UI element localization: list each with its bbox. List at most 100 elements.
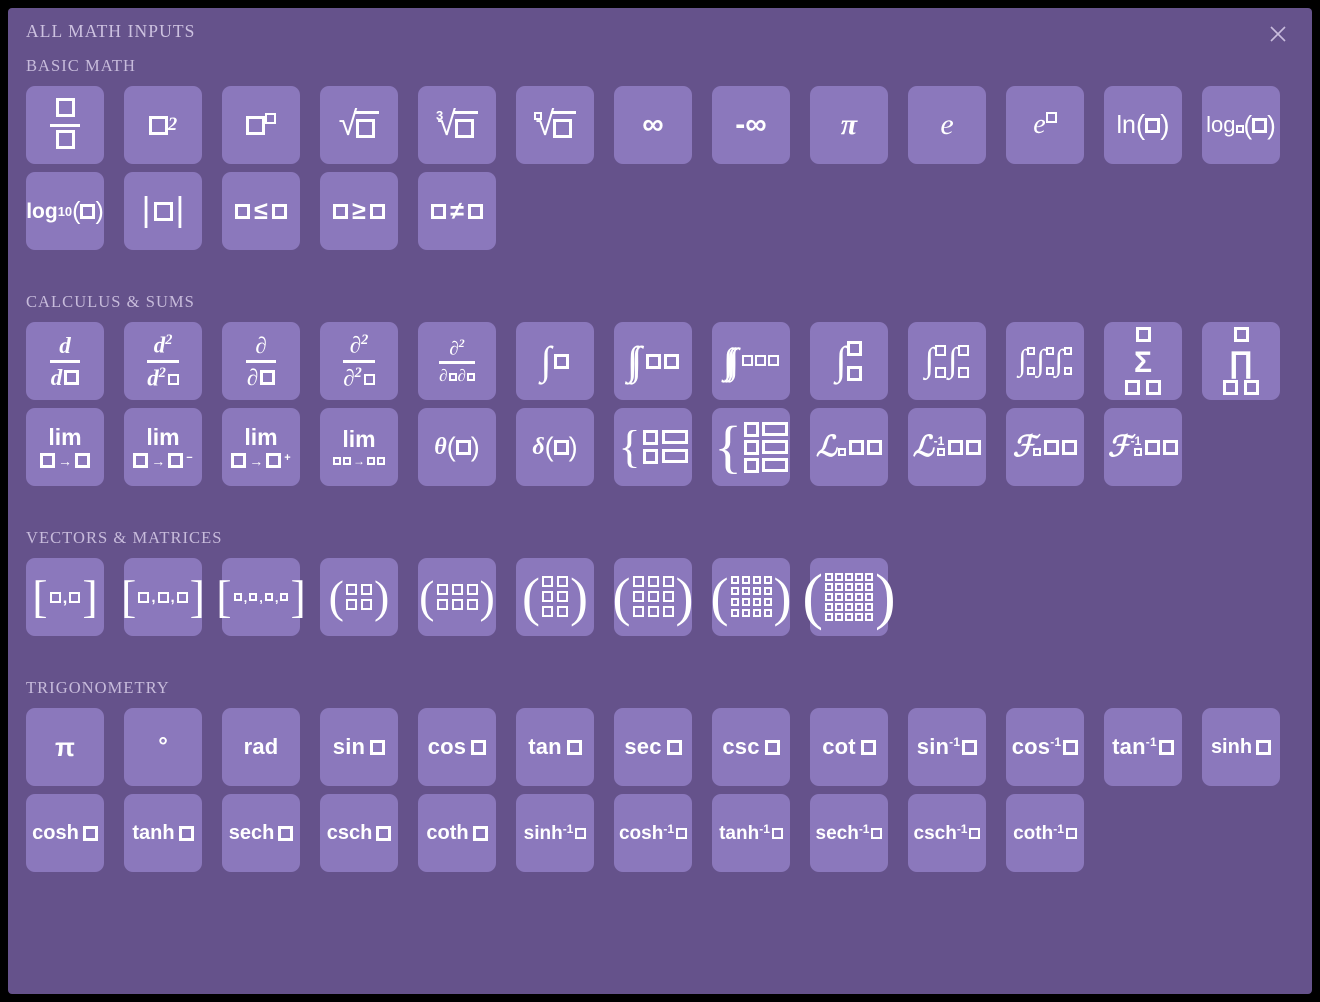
math-button-limit-multivar[interactable]: lim → <box>320 408 398 486</box>
math-button-sqrt[interactable]: √ <box>320 86 398 164</box>
math-button-sin[interactable]: sin <box>320 708 398 786</box>
math-button-cbrt[interactable]: 3 √ <box>418 86 496 164</box>
math-button-matrix-2x3[interactable]: ( ) <box>418 558 496 636</box>
close-icon[interactable] <box>1266 22 1290 46</box>
math-button-limit[interactable]: lim → <box>26 408 104 486</box>
math-button-fourier[interactable]: ℱ <box>1006 408 1084 486</box>
math-button-cos[interactable]: cos <box>418 708 496 786</box>
matrix-4x4-glyph: ( ) <box>710 566 792 627</box>
math-button-nthroot[interactable]: √ <box>516 86 594 164</box>
infinity-glyph: ∞ <box>642 108 664 141</box>
math-button-ln[interactable]: ln() <box>1104 86 1182 164</box>
math-button-acos[interactable]: cos -1 <box>1006 708 1084 786</box>
math-button-fraction[interactable] <box>26 86 104 164</box>
math-button-vector-2[interactable]: [ , ] <box>26 558 104 636</box>
math-button-piecewise-3[interactable]: { <box>712 408 790 486</box>
second-derivative-glyph: d2 d2 <box>147 333 179 389</box>
pi-glyph: π <box>840 108 858 141</box>
math-button-heaviside-theta[interactable]: θ() <box>418 408 496 486</box>
section-title-calculus-sums: CALCULUS & SUMS <box>26 292 195 311</box>
vector-4-glyph: [ ,,, ] <box>216 571 306 623</box>
math-button-degree[interactable]: ° <box>124 708 202 786</box>
math-button-matrix-3x2[interactable]: ( ) <box>516 558 594 636</box>
math-button-inverse-laplace[interactable]: ℒ -1 <box>908 408 986 486</box>
math-button-definite-integral[interactable]: ∫ <box>810 322 888 400</box>
summation-glyph: Σ <box>1125 327 1161 395</box>
math-button-matrix-2x2[interactable]: ( ) <box>320 558 398 636</box>
math-button-limit-left[interactable]: lim → − <box>124 408 202 486</box>
csch-glyph: csch <box>327 823 392 843</box>
math-button-log-base[interactable]: log() <box>1202 86 1280 164</box>
math-button-csch[interactable]: csch <box>320 794 398 872</box>
math-button-matrix-5x5[interactable]: ( ) <box>802 558 896 636</box>
math-button-abs[interactable]: | | <box>124 172 202 250</box>
math-button-acoth[interactable]: coth -1 <box>1006 794 1084 872</box>
math-button-product[interactable]: ∏ <box>1202 322 1280 400</box>
math-button-summation[interactable]: Σ <box>1104 322 1182 400</box>
laplace-glyph: ℒ <box>816 432 882 462</box>
math-button-e-power[interactable]: e <box>1006 86 1084 164</box>
math-button-coth[interactable]: coth <box>418 794 496 872</box>
math-button-partial-derivative[interactable]: ∂ ∂ <box>222 322 300 400</box>
math-button-tanh[interactable]: tanh <box>124 794 202 872</box>
matrix-3x2-glyph: ( ) <box>522 566 588 627</box>
cos-glyph: cos <box>428 736 487 758</box>
math-button-asin[interactable]: sin -1 <box>908 708 986 786</box>
math-button-acosh[interactable]: cosh -1 <box>614 794 692 872</box>
math-button-acsch[interactable]: csch -1 <box>908 794 986 872</box>
math-button-limit-right[interactable]: lim → + <box>222 408 300 486</box>
math-button-cosh[interactable]: cosh <box>26 794 104 872</box>
math-button-geq[interactable]: ≥ <box>320 172 398 250</box>
math-button-double-integral[interactable]: ∫ ∫ <box>614 322 692 400</box>
math-button-double-definite-integral[interactable]: ∫ ∫ <box>908 322 986 400</box>
math-button-tan[interactable]: tan <box>516 708 594 786</box>
math-button-atanh[interactable]: tanh -1 <box>712 794 790 872</box>
math-button-second-derivative[interactable]: d2 d2 <box>124 322 202 400</box>
math-button-pi[interactable]: π <box>810 86 888 164</box>
math-button-sech[interactable]: sech <box>222 794 300 872</box>
math-button-vector-3[interactable]: [ ,, ] <box>121 558 205 636</box>
math-button-triple-definite-integral[interactable]: ∫ ∫ ∫ <box>1006 322 1084 400</box>
math-button-matrix-3x3[interactable]: ( ) <box>613 558 693 636</box>
geq-glyph: ≥ <box>333 198 385 224</box>
limit-left-glyph: lim → − <box>133 426 193 468</box>
math-button-e[interactable]: e <box>908 86 986 164</box>
math-button-second-partial-derivative[interactable]: ∂2 ∂2 <box>320 322 398 400</box>
math-button-neg-infinity[interactable]: -∞ <box>712 86 790 164</box>
fraction-glyph <box>50 97 80 153</box>
inverse-fourier-glyph: ℱ -1 <box>1108 432 1179 462</box>
matrix-2x3-glyph: ( ) <box>419 571 495 623</box>
math-button-piecewise-2[interactable]: { <box>614 408 692 486</box>
math-button-matrix-4x4[interactable]: ( ) <box>710 558 792 636</box>
asinh-glyph: sinh -1 <box>524 823 587 844</box>
math-button-dirac-delta[interactable]: δ() <box>516 408 594 486</box>
math-button-leq[interactable]: ≤ <box>222 172 300 250</box>
button-row: log 10() | | ≤ ≥ ≠ <box>8 172 1312 250</box>
math-button-trig-pi[interactable]: π <box>26 708 104 786</box>
math-button-sec[interactable]: sec <box>614 708 692 786</box>
piecewise-3-glyph: { <box>714 417 788 476</box>
math-button-sinh[interactable]: sinh <box>1202 708 1280 786</box>
math-button-log10[interactable]: log 10() <box>26 172 104 250</box>
math-button-square[interactable]: 2 <box>124 86 202 164</box>
math-button-integral[interactable]: ∫ <box>516 322 594 400</box>
acoth-glyph: coth -1 <box>1013 823 1077 844</box>
math-button-power[interactable] <box>222 86 300 164</box>
math-button-laplace[interactable]: ℒ <box>810 408 888 486</box>
sqrt-glyph: √ <box>339 107 380 142</box>
math-button-vector-4[interactable]: [ ,,, ] <box>216 558 306 636</box>
math-button-derivative[interactable]: d d <box>26 322 104 400</box>
math-button-cot[interactable]: cot <box>810 708 888 786</box>
matrix-5x5-glyph: ( ) <box>802 562 896 631</box>
math-button-atan[interactable]: tan -1 <box>1104 708 1182 786</box>
math-button-csc[interactable]: csc <box>712 708 790 786</box>
math-button-rad[interactable]: rad <box>222 708 300 786</box>
button-row: lim → lim → − lim → + lim → θ () δ () … <box>8 408 1312 486</box>
math-button-mixed-partial-derivative[interactable]: ∂2 ∂ ∂ <box>418 322 496 400</box>
math-button-infinity[interactable]: ∞ <box>614 86 692 164</box>
math-button-triple-integral[interactable]: ∫ ∫ ∫ <box>712 322 790 400</box>
math-button-asinh[interactable]: sinh -1 <box>516 794 594 872</box>
math-button-asech[interactable]: sech -1 <box>810 794 888 872</box>
math-button-inverse-fourier[interactable]: ℱ -1 <box>1104 408 1182 486</box>
math-button-neq[interactable]: ≠ <box>418 172 496 250</box>
